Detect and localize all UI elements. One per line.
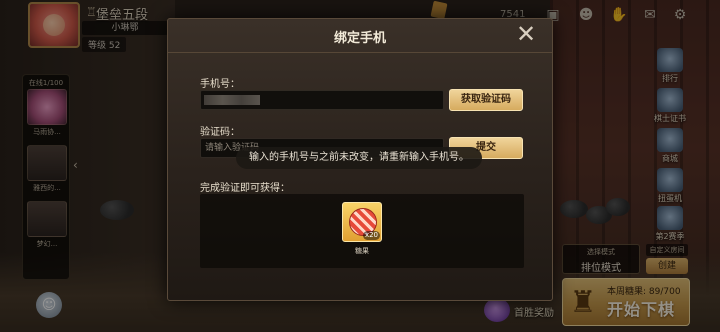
phone-label: 手机号： <box>200 79 240 90</box>
reward-count: x20 <box>362 231 380 240</box>
masked-phone-number <box>204 95 260 105</box>
reward-panel: x20 糖果 <box>200 194 524 268</box>
reward-label: 完成验证即可获得： <box>200 183 290 194</box>
dialog-header: 绑定手机 ✕ <box>168 19 552 53</box>
toast-message: 输入的手机号与之前未改变，请重新输入手机号。 <box>236 147 482 169</box>
code-label: 验证码： <box>200 127 240 138</box>
close-icon[interactable]: ✕ <box>514 22 538 46</box>
get-code-button[interactable]: 获取验证码 <box>449 89 523 111</box>
reward-item[interactable]: x20 <box>342 202 382 242</box>
dialog-title: 绑定手机 <box>333 31 386 46</box>
reward-name: 糖果 <box>355 247 369 255</box>
